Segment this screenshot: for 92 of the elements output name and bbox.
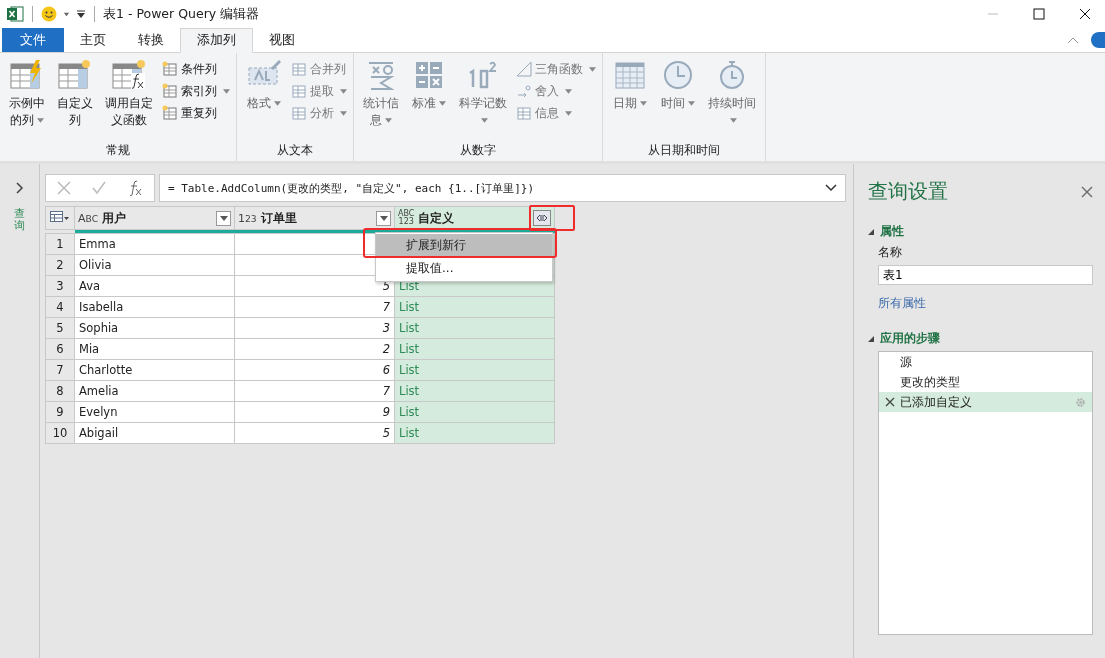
ribbon-button[interactable]: 统计信息 — [358, 57, 404, 141]
ribbon-button[interactable]: 持续时间 — [703, 57, 761, 141]
chevron-down-icon[interactable] — [825, 184, 837, 192]
table-menu-icon[interactable] — [50, 210, 70, 223]
row-number: 7 — [45, 359, 75, 381]
caret-icon — [274, 101, 281, 106]
delete-icon[interactable] — [885, 397, 895, 407]
row-number: 10 — [45, 422, 75, 444]
step-item[interactable]: 更改的类型 — [879, 372, 1092, 392]
group-label: 从日期和时间 — [647, 142, 721, 159]
expand-icon[interactable] — [15, 182, 24, 194]
customize-icon[interactable] — [76, 9, 86, 19]
step-item[interactable]: 源 — [879, 352, 1092, 372]
triangle-icon — [516, 61, 532, 77]
table-icon — [291, 83, 307, 99]
pane-title: 查询设置 — [868, 178, 948, 205]
table-icon — [291, 61, 307, 77]
row-number: 4 — [45, 296, 75, 318]
ribbon-button[interactable]: 时间 — [655, 57, 701, 141]
caret-icon — [340, 110, 347, 116]
collapse-ribbon-icon[interactable] — [1067, 36, 1079, 44]
filter-dropdown-button[interactable] — [216, 210, 231, 226]
table-cell: Emma — [74, 233, 235, 255]
window-title: 表1 - Power Query 编辑器 — [103, 5, 260, 23]
help-icon[interactable] — [1091, 32, 1105, 48]
filter-dropdown-button[interactable] — [376, 210, 391, 226]
collapse-triangle-icon[interactable] — [868, 335, 874, 342]
queries-label[interactable]: 查询 — [14, 208, 25, 233]
caret-icon — [589, 66, 596, 72]
ribbon-button[interactable]: 日期 — [607, 57, 653, 141]
calendar-icon — [612, 59, 648, 91]
table-sparkle-icon — [57, 59, 93, 91]
caret-icon — [688, 101, 695, 106]
ribbon-button[interactable]: 科学记数 — [454, 57, 512, 141]
collapse-triangle-icon[interactable] — [868, 228, 874, 235]
caret-icon — [219, 215, 228, 221]
ribbon-button[interactable]: 调用自定义函数 — [100, 57, 158, 141]
table-icon — [162, 83, 178, 99]
group-label: 常规 — [105, 142, 131, 159]
function-icon[interactable] — [127, 180, 144, 196]
smiley-icon[interactable] — [41, 6, 57, 22]
group-label: 从文本 — [276, 142, 314, 159]
caret-icon — [340, 88, 347, 94]
expand-column-button[interactable] — [533, 210, 551, 226]
group-label: 从数字 — [459, 142, 497, 159]
caret-icon — [565, 110, 572, 116]
table-function-icon — [111, 59, 147, 91]
table-icon — [516, 105, 532, 121]
section-heading: 应用的步骤 — [880, 330, 940, 347]
table-icon — [162, 61, 178, 77]
row-number: 5 — [45, 317, 75, 339]
type-icon[interactable]: ABC 123 — [398, 210, 415, 226]
ribbon-tab[interactable]: 文件 — [2, 28, 64, 52]
check-icon[interactable] — [92, 181, 106, 195]
ribbon-button[interactable]: 示例中的列 — [4, 57, 50, 141]
section-heading: 属性 — [880, 223, 904, 240]
ribbon-button[interactable]: 自定义列 — [52, 57, 98, 141]
caret-icon — [640, 101, 647, 106]
table-icon — [162, 105, 178, 121]
caret-icon — [730, 118, 737, 123]
maximize-icon[interactable] — [1033, 8, 1045, 20]
excel-icon — [6, 5, 24, 23]
name-field[interactable]: 表1 — [878, 265, 1093, 285]
caret-icon[interactable] — [63, 10, 70, 18]
row-number: 8 — [45, 380, 75, 402]
caret-icon — [439, 101, 446, 106]
expand-arrows-icon — [536, 214, 548, 222]
table-icon — [291, 105, 307, 121]
row-number: 3 — [45, 275, 75, 297]
ribbon-button[interactable]: 条件列 — [160, 59, 232, 79]
caret-icon — [379, 215, 388, 221]
ribbon-button[interactable]: 索引列 — [160, 81, 232, 101]
all-properties-link[interactable]: 所有属性 — [878, 295, 1093, 312]
formula-field[interactable]: = Table.AddColumn(更改的类型, "自定义", each {1..[订单里]}) — [159, 174, 846, 202]
step-item[interactable]: 已添加自定义 — [879, 392, 1092, 412]
ribbon-button[interactable]: 重复列 — [160, 103, 232, 123]
field-label: 名称 — [878, 244, 903, 261]
ribbon-button[interactable]: 格式 — [241, 57, 287, 141]
ribbon-tab[interactable]: 添加列 — [180, 28, 253, 53]
row-number: 9 — [45, 401, 75, 423]
caret-icon — [223, 88, 230, 94]
caret-icon — [565, 88, 572, 94]
row-number: 2 — [45, 254, 75, 276]
ribbon-button[interactable]: 标准 — [406, 57, 452, 141]
close-icon[interactable] — [1079, 8, 1091, 20]
decimal-icon — [516, 83, 532, 99]
menu-item[interactable]: 扩展到新行 — [376, 234, 552, 257]
caret-icon — [481, 118, 488, 123]
caret-icon — [385, 118, 392, 123]
row-number: 6 — [45, 338, 75, 360]
row-number: 1 — [45, 233, 75, 255]
caret-icon — [37, 118, 44, 123]
